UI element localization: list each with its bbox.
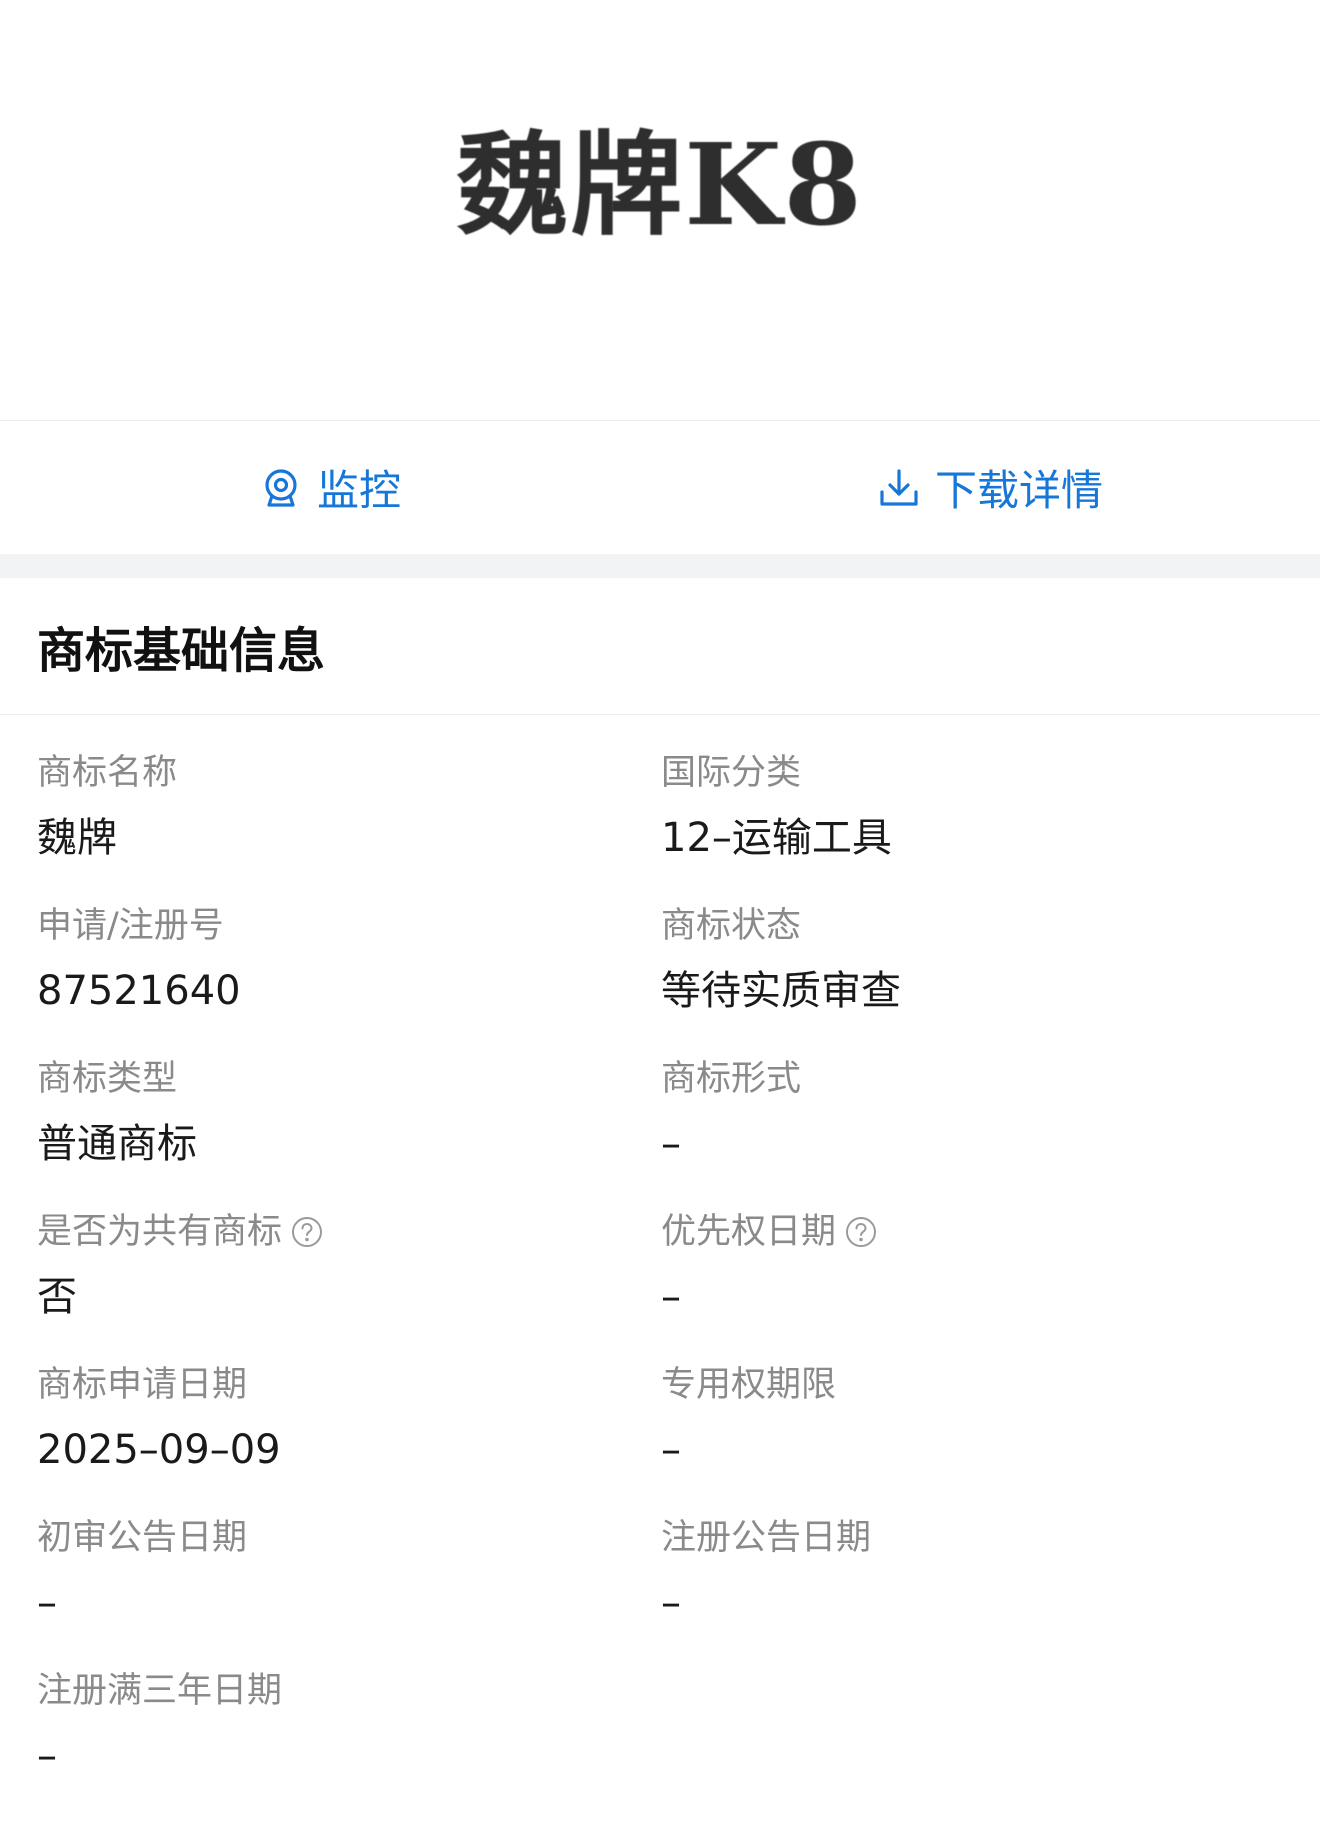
field-label: 国际分类 (661, 753, 802, 793)
help-icon[interactable] (290, 1215, 324, 1249)
monitor-label: 监控 (316, 466, 401, 515)
download-icon (877, 466, 921, 510)
trademark-image-area: 魏牌K8 (0, 0, 1320, 421)
field-priority-date: 优先权日期 – (661, 1212, 1320, 1365)
field-value: 魏牌 (37, 815, 117, 861)
field-value: 等待实质审查 (661, 968, 901, 1014)
field-exclusive-period: 专用权期限 – (661, 1365, 1320, 1518)
section-header: 商标基础信息 (0, 578, 1320, 715)
field-label-text: 是否为共有商标 (37, 1212, 283, 1252)
field-status: 商标状态 等待实质审查 (661, 906, 1320, 1059)
field-label: 申请/注册号 (37, 906, 224, 946)
field-shared: 是否为共有商标 否 (37, 1212, 661, 1365)
field-label: 注册公告日期 (661, 1518, 872, 1558)
field-value: – (661, 1274, 681, 1320)
field-label: 注册满三年日期 (37, 1671, 283, 1711)
monitor-button[interactable]: 监控 (0, 457, 660, 518)
field-label-priority: 优先权日期 (661, 1212, 1320, 1252)
field-value: – (37, 1580, 57, 1626)
field-label: 商标申请日期 (37, 1365, 248, 1405)
field-value: – (661, 1121, 681, 1167)
info-grid: 商标名称 魏牌 国际分类 12–运输工具 申请/注册号 87521640 商标状… (0, 715, 1320, 1824)
field-value: 12–运输工具 (661, 815, 892, 861)
field-type: 商标类型 普通商标 (37, 1059, 661, 1212)
field-label: 专用权期限 (661, 1365, 837, 1405)
field-apply-date: 商标申请日期 2025–09–09 (37, 1365, 661, 1518)
field-prelim-date: 初审公告日期 – (37, 1518, 661, 1671)
download-details-label: 下载详情 (934, 466, 1103, 515)
field-value: 87521640 (37, 968, 241, 1014)
trademark-image: 魏牌K8 (456, 120, 864, 251)
field-value: 2025–09–09 (37, 1427, 281, 1473)
field-label: 商标类型 (37, 1059, 178, 1099)
field-three-year-date: 注册满三年日期 – (37, 1671, 661, 1824)
field-label: 商标名称 (37, 753, 178, 793)
field-value: – (661, 1427, 681, 1473)
field-reg-no: 申请/注册号 87521640 (37, 906, 661, 1059)
field-label: 商标形式 (661, 1059, 802, 1099)
monitor-icon (259, 466, 303, 510)
action-bar: 监控 下载详情 (0, 421, 1320, 554)
field-value: 普通商标 (37, 1121, 197, 1167)
section-title: 商标基础信息 (37, 623, 326, 679)
field-label: 商标状态 (661, 906, 802, 946)
field-value: – (37, 1733, 57, 1779)
field-value: – (661, 1580, 681, 1626)
field-label-text: 优先权日期 (661, 1212, 837, 1252)
field-name: 商标名称 魏牌 (37, 753, 661, 906)
field-label-shared: 是否为共有商标 (37, 1212, 661, 1252)
section-divider (0, 554, 1320, 578)
field-value: 否 (37, 1274, 77, 1320)
field-label: 初审公告日期 (37, 1518, 248, 1558)
help-icon[interactable] (844, 1215, 878, 1249)
download-details-button[interactable]: 下载详情 (660, 457, 1320, 518)
field-form: 商标形式 – (661, 1059, 1320, 1212)
field-intl-class: 国际分类 12–运输工具 (661, 753, 1320, 906)
field-reg-announce-date: 注册公告日期 – (661, 1518, 1320, 1671)
